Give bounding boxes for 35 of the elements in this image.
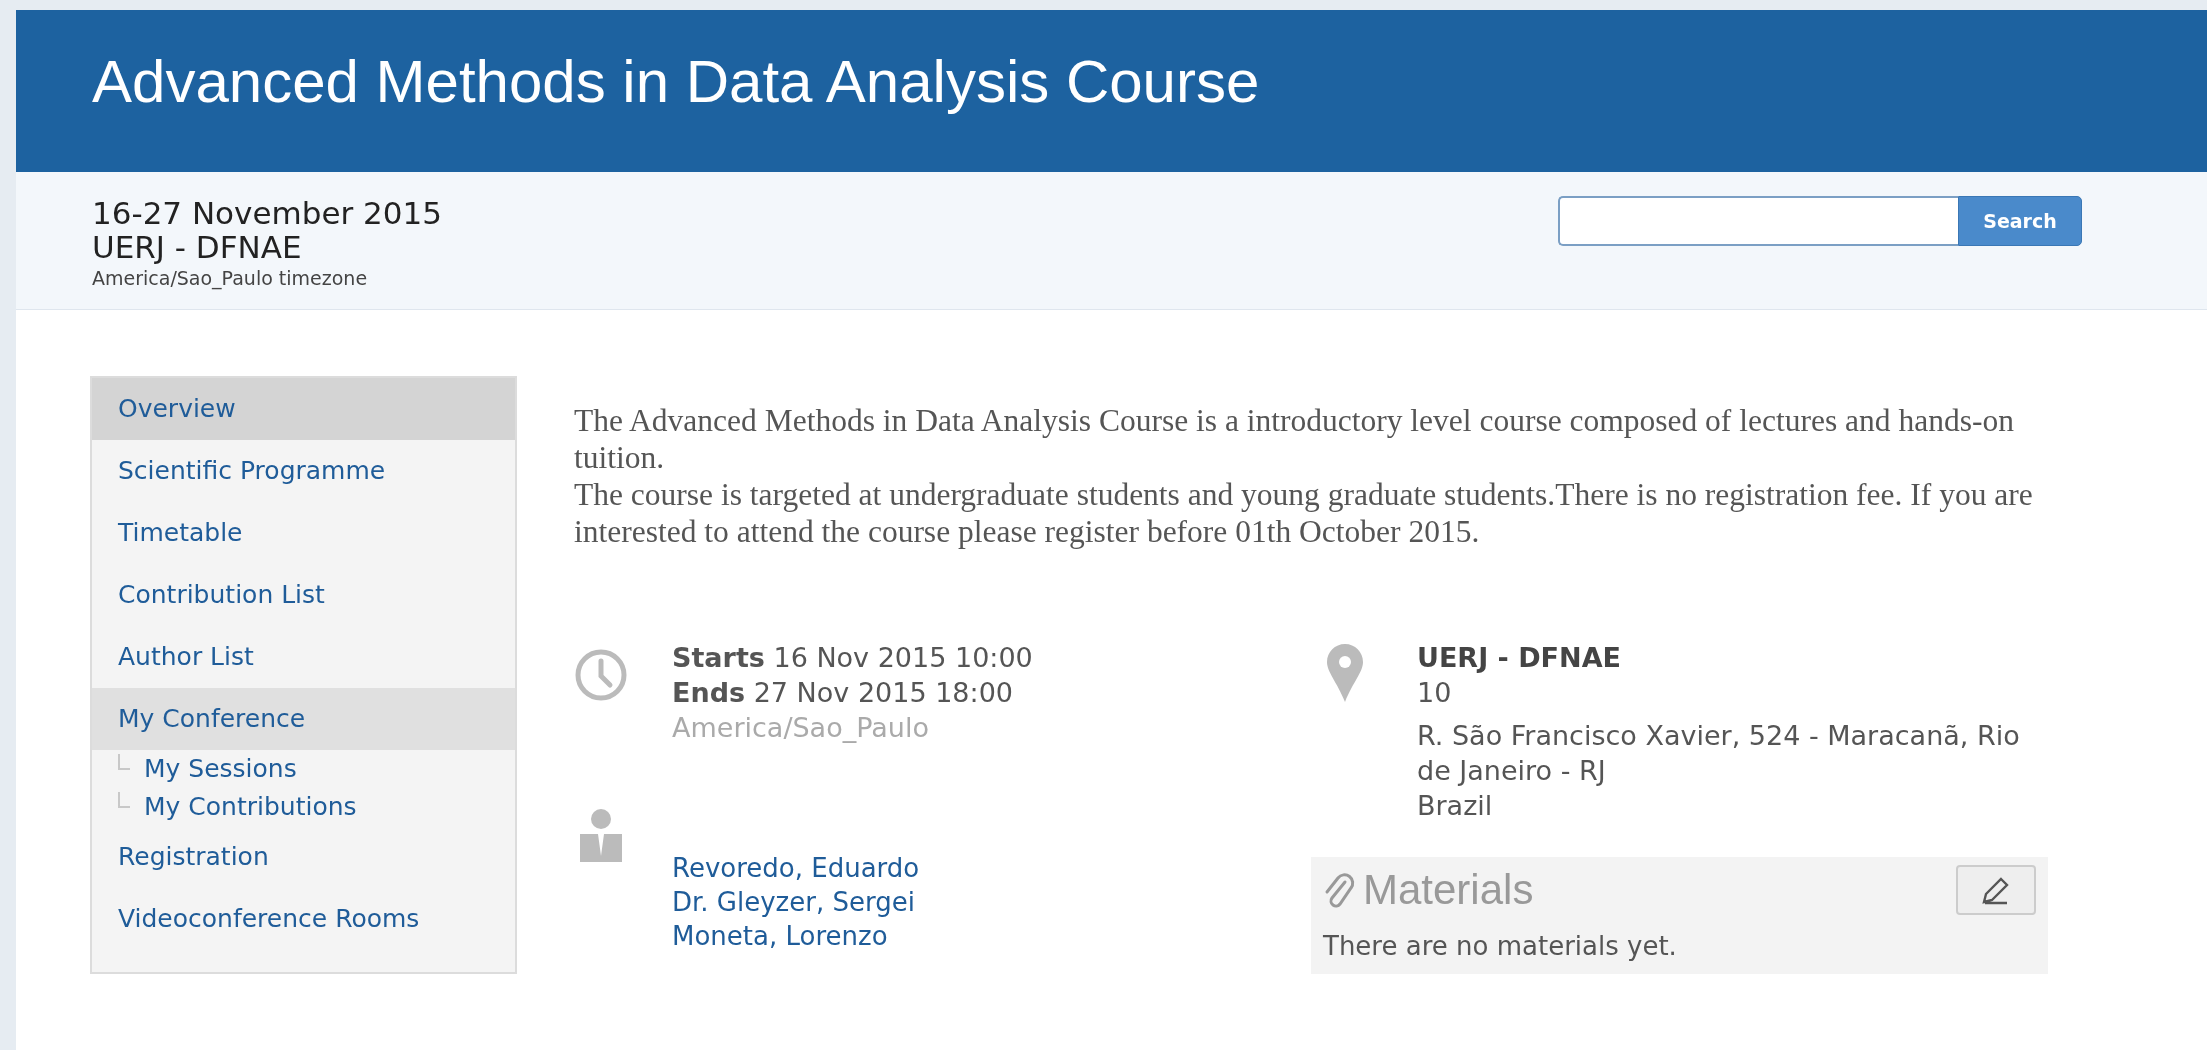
- end-time: Ends 27 Nov 2015 18:00: [672, 676, 1014, 710]
- page-title: Advanced Methods in Data Analysis Course: [92, 47, 1261, 117]
- sidebar-subitem[interactable]: My Sessions: [130, 752, 297, 786]
- sidebar-item[interactable]: My Conference: [92, 688, 515, 750]
- course-description: The Advanced Methods in Data Analysis Course is a introductory level course composed of lectures and hands-on tuition. The course is targeted at undergraduate students and young graduate students.There is no registration fee. If you are interested to attend the course please register before 01th October 2015.: [574, 402, 2034, 550]
- materials-title: Materials: [1363, 865, 1534, 915]
- start-time: Starts 16 Nov 2015 10:00: [672, 641, 1033, 675]
- search-button[interactable]: Search: [1958, 196, 2082, 246]
- tree-branch-icon: [118, 754, 130, 770]
- sidebar-subitem[interactable]: My Contributions: [130, 790, 357, 824]
- sidebar-item[interactable]: Timetable: [92, 502, 515, 564]
- edit-button[interactable]: [1956, 865, 2036, 916]
- sidebar-item[interactable]: Overview: [92, 378, 515, 440]
- location-address: R. São Francisco Xavier, 524 - Maracanã, Rio de Janeiro - RJ Brazil: [1417, 719, 2021, 823]
- sidebar-item[interactable]: Videoconference Rooms: [92, 888, 515, 950]
- event-venue: UERJ - DFNAE: [92, 230, 303, 264]
- no-materials-message: There are no materials yet.: [1323, 930, 1678, 964]
- sidebar-item[interactable]: Scientific Programme: [92, 440, 515, 502]
- chairperson-link[interactable]: Revoredo, Eduardo: [672, 851, 920, 885]
- tree-branch-icon: [118, 792, 130, 808]
- timezone-label: America/Sao_Paulo timezone: [92, 266, 369, 292]
- chairperson-link[interactable]: Dr. Gleyzer, Sergei: [672, 885, 915, 919]
- chairperson-link[interactable]: Moneta, Lorenzo: [672, 919, 888, 953]
- event-dates: 16-27 November 2015: [92, 196, 442, 230]
- sidebar-item[interactable]: Registration: [92, 826, 515, 888]
- sidebar-item[interactable]: Contribution List: [92, 564, 515, 626]
- search-field[interactable]: [1558, 196, 1958, 246]
- sidebar-item[interactable]: Author List: [92, 626, 515, 688]
- person-icon: [578, 808, 624, 862]
- clock-icon: [574, 648, 628, 702]
- event-timezone: America/Sao_Paulo: [672, 711, 930, 745]
- location-name: UERJ - DFNAE: [1417, 641, 1622, 675]
- room-number: 10: [1417, 676, 1453, 710]
- pencil-icon: [1981, 875, 2011, 906]
- map-pin-icon: [1327, 644, 1363, 702]
